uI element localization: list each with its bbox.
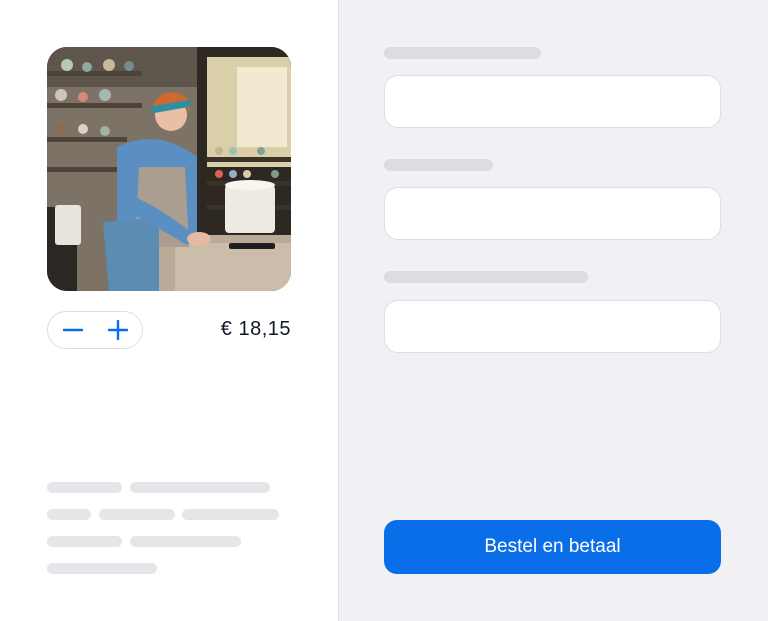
skeleton-line [47,563,157,574]
skeleton-line [182,509,279,520]
skeleton-line [47,509,91,520]
skeleton-line [130,536,241,547]
form-field-2[interactable] [384,187,721,240]
form-field-1[interactable] [384,75,721,128]
plus-icon [108,320,128,340]
skeleton-line [47,536,122,547]
field-label-placeholder [384,271,588,283]
skeleton-line [47,482,122,493]
quantity-stepper [47,311,143,349]
field-label-placeholder [384,159,493,171]
skeleton-line [130,482,270,493]
product-image [47,47,291,291]
decrease-quantity-button[interactable] [50,312,96,348]
form-field-3[interactable] [384,300,721,353]
minus-icon [63,328,83,332]
skeleton-line [99,509,175,520]
order-and-pay-button[interactable]: Bestel en betaal [384,520,721,574]
potter-photo-icon [47,47,291,291]
product-price: € 18,15 [220,318,291,340]
field-label-placeholder [384,47,541,59]
increase-quantity-button[interactable] [95,312,141,348]
